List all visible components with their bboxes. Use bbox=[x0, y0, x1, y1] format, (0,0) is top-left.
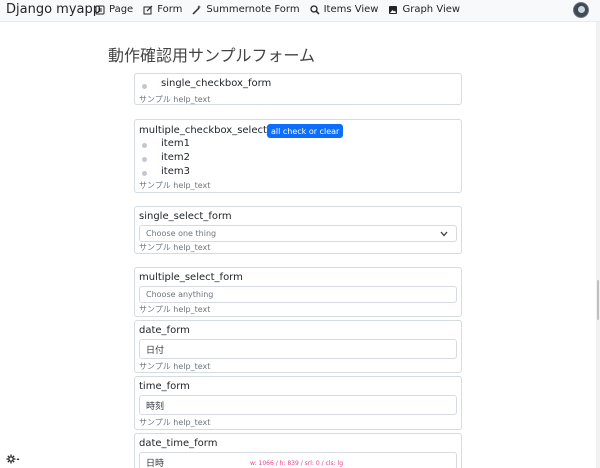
scrollbar-track[interactable] bbox=[596, 22, 600, 468]
date-time-label: date_time_form bbox=[139, 438, 218, 449]
nav-item-label: Form bbox=[157, 4, 183, 15]
all-check-clear-button[interactable]: all check or clear bbox=[267, 124, 344, 138]
nav-item-items-view[interactable]: Items View bbox=[309, 4, 379, 15]
single-checkbox-card: single_checkbox_form サンプル help_text bbox=[134, 73, 462, 105]
single-checkbox-toggle[interactable] bbox=[141, 83, 153, 89]
avatar[interactable] bbox=[573, 2, 589, 18]
nav-item-label: Summernote Form bbox=[206, 4, 300, 15]
single-checkbox-label: single_checkbox_form bbox=[161, 78, 272, 89]
multiple-select-input[interactable]: Choose anything bbox=[139, 286, 457, 303]
search-icon bbox=[309, 4, 320, 15]
nav-item-page[interactable]: Page bbox=[95, 4, 133, 15]
debug-width: w: 1066 bbox=[250, 460, 274, 467]
time-input[interactable]: 時刻 bbox=[139, 395, 457, 415]
nav-items: Page Form Summernote Form Items View Gra… bbox=[95, 4, 460, 15]
nav-item-graph-view[interactable]: Graph View bbox=[388, 4, 460, 15]
page-icon bbox=[95, 5, 105, 15]
help-text: サンプル help_text bbox=[139, 305, 211, 314]
help-text: サンプル help_text bbox=[139, 362, 211, 371]
time-placeholder: 時刻 bbox=[146, 401, 165, 412]
edit-icon bbox=[143, 5, 153, 15]
nav-item-label: Page bbox=[109, 4, 134, 15]
time-card: time_form 時刻 サンプル help_text bbox=[134, 376, 462, 430]
date-label: date_form bbox=[139, 325, 190, 336]
multiple-select-label: multiple_select_form bbox=[139, 272, 243, 283]
nav-item-label: Items View bbox=[323, 4, 379, 15]
single-select-label: single_select_form bbox=[139, 211, 232, 222]
single-select-placeholder: Choose one thing bbox=[146, 229, 217, 238]
nav-item-summernote-form[interactable]: Summernote Form bbox=[192, 4, 300, 15]
image-icon bbox=[388, 5, 398, 15]
help-text: サンプル help_text bbox=[139, 418, 211, 427]
debug-class: cls: lg bbox=[325, 460, 344, 467]
multiple-checkbox-card: multiple_checkbox_select_form all check … bbox=[134, 119, 462, 193]
date-input[interactable]: 日付 bbox=[139, 339, 457, 359]
nav-item-label: Graph View bbox=[402, 4, 461, 15]
navbar: Django myapp Page Form Summernote Form I… bbox=[0, 0, 600, 22]
nav-item-form[interactable]: Form bbox=[143, 4, 182, 15]
chevron-down-icon bbox=[440, 230, 448, 239]
help-text: サンプル help_text bbox=[139, 243, 211, 252]
date-placeholder: 日付 bbox=[146, 345, 165, 356]
time-label: time_form bbox=[139, 381, 190, 392]
multiple-select-card: multiple_select_form Choose anything サンプ… bbox=[134, 267, 462, 317]
single-select-dropdown[interactable]: Choose one thing bbox=[139, 225, 457, 242]
navbar-brand[interactable]: Django myapp bbox=[6, 2, 101, 17]
item1-toggle[interactable] bbox=[141, 142, 153, 148]
date-time-placeholder: 日時 bbox=[146, 458, 165, 468]
gear-icon[interactable] bbox=[6, 454, 20, 467]
item3-label: item3 bbox=[161, 166, 190, 177]
item2-label: item2 bbox=[161, 152, 190, 163]
debug-scroll: srl: 0 bbox=[304, 460, 320, 467]
help-text: サンプル help_text bbox=[139, 181, 211, 190]
item2-toggle[interactable] bbox=[141, 156, 153, 162]
multiple-select-placeholder: Choose anything bbox=[146, 290, 214, 299]
item3-toggle[interactable] bbox=[141, 170, 153, 176]
debug-info: w: 1066 / h: 839 / srl: 0 / cls: lg bbox=[250, 460, 344, 467]
debug-height: h: 839 bbox=[279, 460, 299, 467]
scrollbar-thumb[interactable] bbox=[597, 280, 599, 320]
item1-label: item1 bbox=[161, 138, 190, 149]
date-card: date_form 日付 サンプル help_text bbox=[134, 320, 462, 373]
help-text: サンプル help_text bbox=[139, 95, 211, 104]
page-title: 動作確認用サンプルフォーム bbox=[108, 46, 316, 65]
magic-wand-icon bbox=[192, 4, 202, 15]
single-select-card: single_select_form Choose one thing サンプル… bbox=[134, 206, 462, 254]
